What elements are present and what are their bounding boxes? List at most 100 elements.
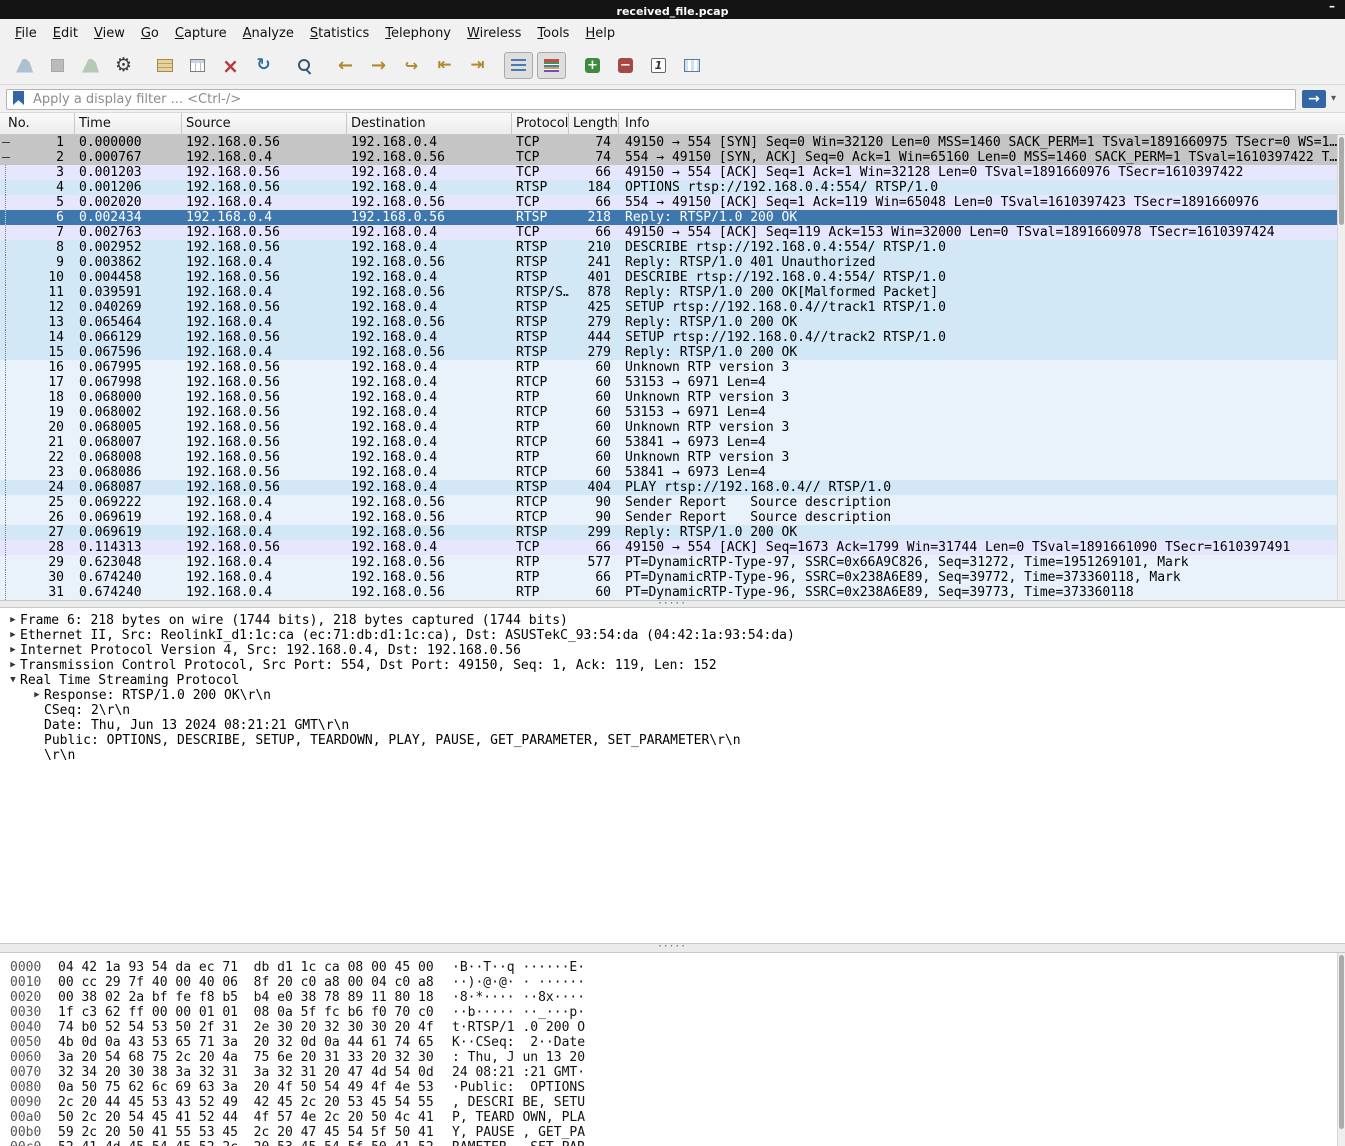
- packet-row[interactable]: 9 0.003862 192.168.0.4 192.168.0.56 RTSP…: [0, 255, 1337, 270]
- packet-row[interactable]: 12 0.040269 192.168.0.56 192.168.0.4 RTS…: [0, 300, 1337, 315]
- menu-statistics[interactable]: Statistics: [303, 22, 376, 45]
- expander-icon[interactable]: [30, 718, 44, 733]
- packet-row[interactable]: 13 0.065464 192.168.0.4 192.168.0.56 RTS…: [0, 315, 1337, 330]
- packet-row[interactable]: 20 0.068005 192.168.0.56 192.168.0.4 RTP…: [0, 420, 1337, 435]
- menu-capture[interactable]: Capture: [168, 22, 234, 45]
- hex-row[interactable]: 00c0 52 41 4d 45 54 45 52 2c 20 53 45 54…: [0, 1140, 1345, 1146]
- hex-row[interactable]: 0030 1f c3 62 ff 00 00 01 01 08 0a 5f fc…: [0, 1005, 1345, 1020]
- packet-row[interactable]: 22 0.068008 192.168.0.56 192.168.0.4 RTP…: [0, 450, 1337, 465]
- packet-row[interactable]: 8 0.002952 192.168.0.56 192.168.0.4 RTSP…: [0, 240, 1337, 255]
- resize-columns-icon[interactable]: [677, 52, 706, 79]
- splitter-list-details[interactable]: ·····: [0, 600, 1345, 608]
- expander-icon[interactable]: ▶: [30, 688, 44, 703]
- go-last-packet-icon[interactable]: [463, 52, 492, 79]
- packet-row[interactable]: 27 0.069619 192.168.0.4 192.168.0.56 RTS…: [0, 525, 1337, 540]
- detail-line[interactable]: Public: OPTIONS, DESCRIBE, SETUP, TEARDO…: [0, 733, 1345, 748]
- packet-row[interactable]: 14 0.066129 192.168.0.56 192.168.0.4 RTS…: [0, 330, 1337, 345]
- packet-row[interactable]: 31 0.674240 192.168.0.4 192.168.0.56 RTP…: [0, 585, 1337, 600]
- hex-row[interactable]: 0050 4b 0d 0a 43 53 65 71 3a 20 32 0d 0a…: [0, 1035, 1345, 1050]
- scrollbar-thumb[interactable]: [1339, 955, 1344, 1129]
- packet-row[interactable]: 10 0.004458 192.168.0.56 192.168.0.4 RTS…: [0, 270, 1337, 285]
- packet-row[interactable]: 25 0.069222 192.168.0.4 192.168.0.56 RTC…: [0, 495, 1337, 510]
- expander-icon[interactable]: [30, 703, 44, 718]
- menu-telephony[interactable]: Telephony: [378, 22, 458, 45]
- hex-row[interactable]: 0000 04 42 1a 93 54 da ec 71 db d1 1c ca…: [0, 960, 1345, 975]
- packet-list-scrollbar[interactable]: [1337, 135, 1345, 600]
- packet-row[interactable]: 15 0.067596 192.168.0.4 192.168.0.56 RTS…: [0, 345, 1337, 360]
- hex-row[interactable]: 0010 00 cc 29 7f 40 00 40 06 8f 20 c0 a8…: [0, 975, 1345, 990]
- packet-row[interactable]: 6 0.002434 192.168.0.4 192.168.0.56 RTSP…: [0, 210, 1337, 225]
- detail-line[interactable]: ▶ Response: RTSP/1.0 200 OK\r\n: [0, 688, 1345, 703]
- menu-edit[interactable]: Edit: [46, 22, 85, 45]
- packet-row[interactable]: 28 0.114313 192.168.0.56 192.168.0.4 TCP…: [0, 540, 1337, 555]
- save-capture-icon[interactable]: [183, 52, 212, 79]
- scrollbar-thumb[interactable]: [1339, 137, 1344, 225]
- packet-row[interactable]: 3 0.001203 192.168.0.56 192.168.0.4 TCP …: [0, 165, 1337, 180]
- column-header-length[interactable]: Length: [569, 113, 619, 134]
- menu-help[interactable]: Help: [578, 22, 622, 45]
- column-header-protocol[interactable]: Protocol: [512, 113, 569, 134]
- hex-row[interactable]: 0080 0a 50 75 62 6c 69 63 3a 20 4f 50 54…: [0, 1080, 1345, 1095]
- minimize-button[interactable]: –: [1329, 0, 1335, 12]
- hex-row[interactable]: 00b0 59 2c 20 50 41 55 53 45 2c 20 47 45…: [0, 1125, 1345, 1140]
- splitter-details-hex[interactable]: ·····: [0, 943, 1345, 953]
- zoom-out-icon[interactable]: [611, 52, 640, 79]
- filter-input[interactable]: [6, 89, 1296, 110]
- detail-line[interactable]: ▶ Frame 6: 218 bytes on wire (1744 bits)…: [0, 613, 1345, 628]
- packet-row[interactable]: 29 0.623048 192.168.0.4 192.168.0.56 RTP…: [0, 555, 1337, 570]
- packet-row[interactable]: 11 0.039591 192.168.0.4 192.168.0.56 RTS…: [0, 285, 1337, 300]
- packet-row[interactable]: 16 0.067995 192.168.0.56 192.168.0.4 RTP…: [0, 360, 1337, 375]
- packet-row[interactable]: 30 0.674240 192.168.0.4 192.168.0.56 RTP…: [0, 570, 1337, 585]
- hex-row[interactable]: 0020 00 38 02 2a bf fe f8 b5 b4 e0 38 78…: [0, 990, 1345, 1005]
- detail-line[interactable]: ▼ Real Time Streaming Protocol: [0, 673, 1345, 688]
- packet-row[interactable]: 21 0.068007 192.168.0.56 192.168.0.4 RTC…: [0, 435, 1337, 450]
- detail-line[interactable]: \r\n: [0, 748, 1345, 763]
- hex-row[interactable]: 0090 2c 20 44 45 53 43 52 49 42 45 2c 20…: [0, 1095, 1345, 1110]
- detail-line[interactable]: ▶ Ethernet II, Src: ReolinkI_d1:1c:ca (e…: [0, 628, 1345, 643]
- go-to-packet-icon[interactable]: [397, 52, 426, 79]
- column-header-source[interactable]: Source: [182, 113, 347, 134]
- expander-icon[interactable]: ▼: [6, 673, 20, 688]
- expander-icon[interactable]: ▶: [6, 628, 20, 643]
- zoom-in-icon[interactable]: [578, 52, 607, 79]
- detail-line[interactable]: ▶ Transmission Control Protocol, Src Por…: [0, 658, 1345, 673]
- menu-analyze[interactable]: Analyze: [236, 22, 301, 45]
- capture-start-icon[interactable]: [10, 52, 39, 79]
- packet-row[interactable]: 18 0.068000 192.168.0.56 192.168.0.4 RTP…: [0, 390, 1337, 405]
- detail-line[interactable]: Date: Thu, Jun 13 2024 08:21:21 GMT\r\n: [0, 718, 1345, 733]
- reload-capture-icon[interactable]: [249, 52, 278, 79]
- packet-row[interactable]: 19 0.068002 192.168.0.56 192.168.0.4 RTC…: [0, 405, 1337, 420]
- expander-icon[interactable]: ▶: [6, 658, 20, 673]
- packet-row[interactable]: 24 0.068087 192.168.0.56 192.168.0.4 RTS…: [0, 480, 1337, 495]
- menu-file[interactable]: File: [8, 22, 44, 45]
- capture-options-icon[interactable]: [109, 52, 138, 79]
- apply-filter-icon[interactable]: →: [1302, 90, 1326, 108]
- go-forward-icon[interactable]: [364, 52, 393, 79]
- expander-icon[interactable]: [30, 733, 44, 748]
- menu-go[interactable]: Go: [134, 22, 166, 45]
- hex-row[interactable]: 0040 74 b0 52 54 53 50 2f 31 2e 30 20 32…: [0, 1020, 1345, 1035]
- open-capture-icon[interactable]: [150, 52, 179, 79]
- packet-row[interactable]: 26 0.069619 192.168.0.4 192.168.0.56 RTC…: [0, 510, 1337, 525]
- hex-row[interactable]: 0070 32 34 20 30 38 3a 32 31 3a 32 31 20…: [0, 1065, 1345, 1080]
- auto-scroll-icon[interactable]: [504, 52, 533, 79]
- detail-line[interactable]: CSeq: 2\r\n: [0, 703, 1345, 718]
- expander-icon[interactable]: [30, 748, 44, 763]
- hex-row[interactable]: 00a0 50 2c 20 54 45 41 52 44 4f 57 4e 2c…: [0, 1110, 1345, 1125]
- packet-row[interactable]: 17 0.067998 192.168.0.56 192.168.0.4 RTC…: [0, 375, 1337, 390]
- colorize-icon[interactable]: [537, 52, 566, 79]
- hex-row[interactable]: 0060 3a 20 54 68 75 2c 20 4a 75 6e 20 31…: [0, 1050, 1345, 1065]
- detail-line[interactable]: ▶ Internet Protocol Version 4, Src: 192.…: [0, 643, 1345, 658]
- column-header-time[interactable]: Time: [75, 113, 182, 134]
- capture-stop-icon[interactable]: [43, 52, 72, 79]
- hex-scrollbar[interactable]: [1337, 953, 1345, 1146]
- packet-row[interactable]: 7 0.002763 192.168.0.56 192.168.0.4 TCP …: [0, 225, 1337, 240]
- filter-dropdown-icon[interactable]: ▾: [1331, 93, 1336, 104]
- zoom-original-icon[interactable]: [644, 52, 673, 79]
- menu-tools[interactable]: Tools: [530, 22, 576, 45]
- expander-icon[interactable]: ▶: [6, 643, 20, 658]
- go-back-icon[interactable]: [331, 52, 360, 79]
- close-capture-icon[interactable]: [216, 52, 245, 79]
- go-first-packet-icon[interactable]: [430, 52, 459, 79]
- menu-view[interactable]: View: [87, 22, 132, 45]
